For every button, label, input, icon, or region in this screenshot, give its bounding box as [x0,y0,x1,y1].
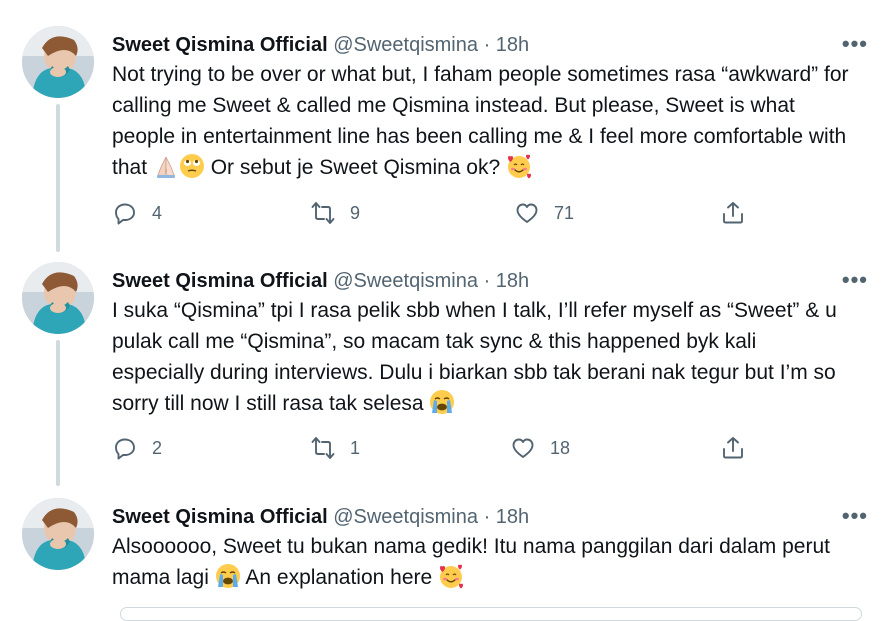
author-name[interactable]: Sweet Qismina Official [112,34,328,56]
thread-line [56,104,60,252]
tweet-header: Sweet Qismina Official @Sweetqismina · 1… [112,268,529,294]
more-options-icon[interactable]: ••• [842,33,868,55]
share-button[interactable] [720,433,746,463]
retweet-button[interactable]: 9 [310,198,360,228]
avatar[interactable] [22,26,94,98]
tweet-actions: 2 1 18 [112,433,772,463]
reply-button[interactable]: 4 [112,198,162,228]
rolling-eyes-emoji [179,153,205,179]
reply-count: 4 [152,202,163,223]
tweet-header: Sweet Qismina Official @Sweetqismina · 1… [112,32,529,58]
avatar[interactable] [22,498,94,570]
author-name[interactable]: Sweet Qismina Official [112,270,328,292]
smiling-face-with-hearts-emoji [507,153,532,179]
author-name[interactable]: Sweet Qismina Official [112,506,328,528]
share-icon [723,437,743,459]
retweet-button[interactable]: 1 [310,433,360,463]
more-options-icon[interactable]: ••• [842,269,868,291]
timestamp[interactable]: 18h [496,34,529,56]
reply-icon [115,203,135,225]
separator: · [483,34,491,56]
like-button[interactable]: 71 [514,198,574,228]
tweet-text: Alsoooooo, Sweet tu bukan nama gedik! It… [112,531,852,593]
share-icon [723,202,743,224]
like-count: 71 [554,202,575,223]
retweet-icon [311,202,335,224]
tweet-text: Not trying to be over or what but, I fah… [112,59,852,183]
tweet-text-segment: Or sebut je Sweet Qismina ok? [204,156,507,179]
timestamp[interactable]: 18h [496,506,529,528]
reply-count: 2 [152,437,163,458]
loudly-crying-face-emoji [215,563,241,589]
tweet-text-segment: I suka “Qismina” tpi I rasa pelik sbb wh… [112,299,837,415]
tweet-actions: 4 9 71 [112,198,772,228]
loudly-crying-face-emoji [429,389,456,415]
avatar[interactable] [22,262,94,334]
like-count: 18 [550,437,571,458]
thread-line [56,340,60,486]
smiling-face-with-hearts-emoji [439,563,464,589]
reply-button[interactable]: 2 [112,433,162,463]
reply-icon [115,438,135,460]
share-button[interactable] [720,198,746,228]
like-button[interactable]: 18 [510,433,570,463]
more-options-icon[interactable]: ••• [842,505,868,527]
separator: · [483,506,491,528]
tweet-header: Sweet Qismina Official @Sweetqismina · 1… [112,504,529,530]
link-card-preview[interactable] [120,607,862,621]
tweet-text-segment: An explanation here [240,566,439,589]
separator: · [483,270,491,292]
timestamp[interactable]: 18h [496,270,529,292]
author-handle[interactable]: @Sweetqismina [333,270,478,292]
tweet[interactable]: Sweet Qismina Official @Sweetqismina · 1… [0,262,888,486]
tweet[interactable]: Sweet Qismina Official @Sweetqismina · 1… [0,498,888,612]
folded-hands-emoji [156,156,176,179]
retweet-count: 9 [350,202,361,223]
retweet-count: 1 [350,437,361,458]
author-handle[interactable]: @Sweetqismina [333,506,478,528]
tweet-text: I suka “Qismina” tpi I rasa pelik sbb wh… [112,295,852,419]
heart-icon [516,203,538,223]
retweet-icon [311,437,335,459]
tweet[interactable]: Sweet Qismina Official @Sweetqismina · 1… [0,26,888,252]
author-handle[interactable]: @Sweetqismina [333,34,478,56]
heart-icon [512,438,534,458]
